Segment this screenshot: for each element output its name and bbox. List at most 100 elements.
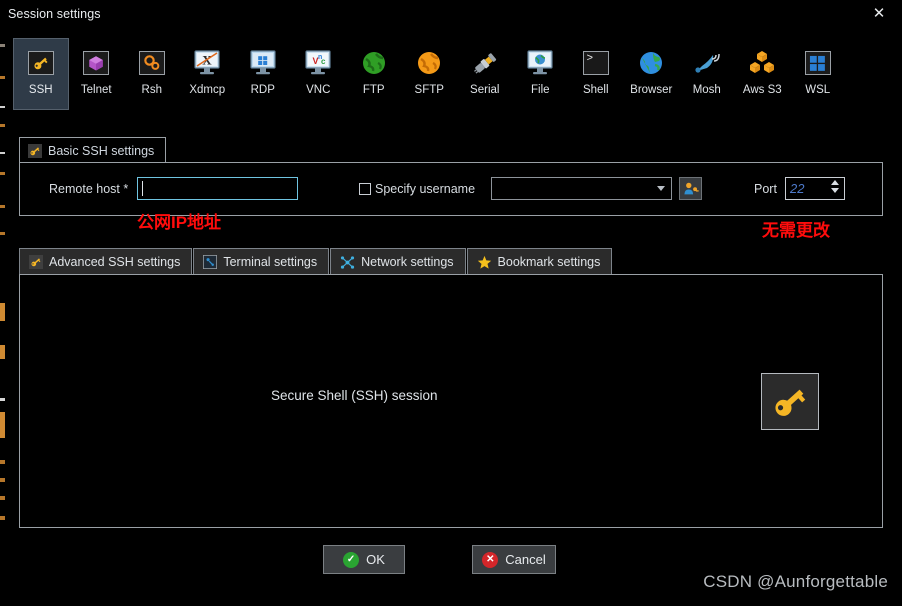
annotation-port: 无需更改 xyxy=(762,221,830,240)
terminal-icon xyxy=(203,255,218,269)
background-window-artifact xyxy=(0,398,5,401)
cancel-button[interactable]: ✕ Cancel xyxy=(472,545,556,574)
protocol-label: FTP xyxy=(362,84,385,96)
satellite-dish-icon xyxy=(691,47,723,79)
window-title: Session settings xyxy=(8,6,101,21)
check-circle-icon: ✓ xyxy=(343,551,360,568)
cube-icon xyxy=(80,47,112,79)
background-window-artifact xyxy=(0,303,5,321)
tab-bookmark-settings[interactable]: Bookmark settings xyxy=(466,248,613,275)
vnc-monitor-icon: V n c xyxy=(302,47,334,79)
protocol-label: Mosh xyxy=(692,84,721,96)
background-window-artifact xyxy=(0,124,5,127)
x-circle-icon: ✕ xyxy=(482,551,499,568)
protocol-label: Browser xyxy=(630,84,673,96)
background-window-artifact xyxy=(0,412,5,438)
tab-terminal-settings[interactable]: Terminal settings xyxy=(193,248,330,275)
watermark: CSDN @Aunforgettable xyxy=(703,572,888,591)
key-icon xyxy=(28,143,42,158)
protocol-shell[interactable]: > Shell xyxy=(568,38,624,110)
protocol-telnet[interactable]: Telnet xyxy=(69,38,125,110)
ok-button[interactable]: ✓ OK xyxy=(323,545,405,574)
protocol-toolbar: SSH Telnet Rsh Xdmcp RDP V n c VNC FTP S… xyxy=(13,38,889,110)
title-bar: Session settings ✕ xyxy=(0,0,902,27)
protocol-file[interactable]: File xyxy=(513,38,569,110)
background-window-artifact xyxy=(0,172,5,175)
tab-network-settings[interactable]: Network settings xyxy=(330,248,466,275)
chevron-down-icon[interactable] xyxy=(831,188,839,193)
svg-text:c: c xyxy=(321,57,326,66)
ok-label: OK xyxy=(366,552,385,567)
advanced-settings-body: Secure Shell (SSH) session xyxy=(19,274,883,528)
chevron-down-icon xyxy=(657,186,665,191)
aws-cubes-icon xyxy=(746,47,778,79)
background-window-artifact xyxy=(0,205,5,208)
session-caption: Secure Shell (SSH) session xyxy=(271,388,438,403)
tab-basic-ssh-settings[interactable]: Basic SSH settings xyxy=(19,137,167,163)
session-settings-dialog: Session settings ✕ SSH Telnet Rsh Xdmcp … xyxy=(0,0,902,606)
remote-host-label: Remote host * xyxy=(49,182,129,196)
star-icon xyxy=(477,255,492,270)
protocol-xdmcp[interactable]: X Xdmcp xyxy=(180,38,236,110)
key-icon xyxy=(29,255,43,269)
background-window-artifact xyxy=(0,478,5,482)
chevron-up-icon[interactable] xyxy=(831,180,839,185)
protocol-serial[interactable]: Serial xyxy=(457,38,513,110)
protocol-ftp[interactable]: FTP xyxy=(346,38,402,110)
gears-icon xyxy=(136,47,168,79)
user-key-icon xyxy=(683,182,699,194)
background-window-artifact xyxy=(0,460,5,464)
protocol-aws-s3[interactable]: Aws S3 xyxy=(735,38,791,110)
text-caret xyxy=(142,181,143,196)
tab-advanced-ssh-settings[interactable]: Advanced SSH settings xyxy=(19,248,193,275)
protocol-label: Serial xyxy=(470,84,500,96)
background-window-artifact xyxy=(0,106,5,108)
protocol-label: Shell xyxy=(582,84,609,96)
port-stepper[interactable]: 22 xyxy=(785,177,845,200)
protocol-label: Aws S3 xyxy=(742,84,782,96)
close-icon[interactable]: ✕ xyxy=(856,0,902,27)
port-stepper-arrows[interactable] xyxy=(831,180,839,193)
background-window-artifact xyxy=(0,232,5,235)
background-window-artifact xyxy=(0,76,5,79)
tab-label: Network settings xyxy=(361,255,454,269)
background-window-artifact xyxy=(0,152,5,154)
protocol-mosh[interactable]: Mosh xyxy=(679,38,735,110)
orange-globe-icon xyxy=(413,47,445,79)
username-combo[interactable] xyxy=(491,177,672,200)
protocol-label: File xyxy=(530,84,550,96)
tab-label: Advanced SSH settings xyxy=(49,255,181,269)
serial-plug-icon xyxy=(469,47,501,79)
basic-tabstrip: Basic SSH settings xyxy=(19,137,167,163)
background-window-artifact xyxy=(0,516,5,520)
background-window-artifact xyxy=(0,345,5,359)
key-icon xyxy=(761,373,819,430)
tab-label: Terminal settings xyxy=(223,255,318,269)
cancel-label: Cancel xyxy=(505,552,546,567)
specify-username-checkbox[interactable] xyxy=(359,183,371,195)
protocol-label: Rsh xyxy=(141,84,162,96)
protocol-sftp[interactable]: SFTP xyxy=(402,38,458,110)
tab-label: Bookmark settings xyxy=(497,255,601,269)
protocol-ssh[interactable]: SSH xyxy=(13,38,69,110)
protocol-vnc[interactable]: V n c VNC xyxy=(291,38,347,110)
port-label: Port xyxy=(754,182,777,196)
protocol-label: Telnet xyxy=(80,84,112,96)
terminal-prompt-icon: > xyxy=(580,47,612,79)
advanced-tabstrip: Advanced SSH settings Terminal settings xyxy=(19,248,883,275)
background-window-artifact xyxy=(0,44,5,47)
windows-monitor-icon xyxy=(247,47,279,79)
network-icon xyxy=(340,255,355,270)
remote-host-input[interactable] xyxy=(137,177,298,200)
protocol-browser[interactable]: Browser xyxy=(624,38,680,110)
blue-globe-icon xyxy=(635,47,667,79)
protocol-wsl[interactable]: WSL xyxy=(790,38,846,110)
select-user-button[interactable] xyxy=(679,177,702,200)
key-icon xyxy=(25,47,57,79)
protocol-rdp[interactable]: RDP xyxy=(235,38,291,110)
protocol-label: WSL xyxy=(805,84,831,96)
x-monitor-icon: X xyxy=(191,47,223,79)
protocol-rsh[interactable]: Rsh xyxy=(124,38,180,110)
file-monitor-icon xyxy=(524,47,556,79)
protocol-label: RDP xyxy=(250,84,275,96)
